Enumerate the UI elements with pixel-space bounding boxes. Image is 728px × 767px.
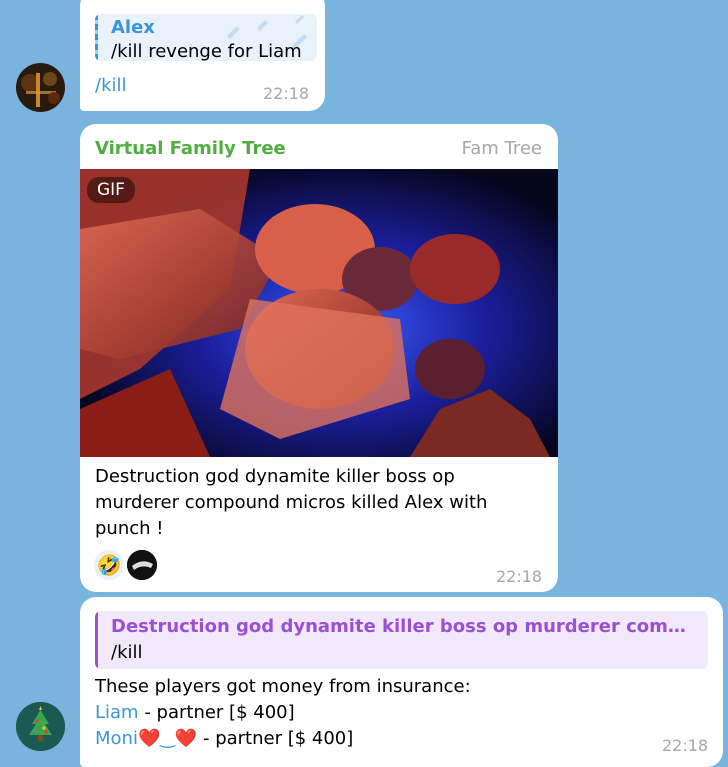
player-mention[interactable]: Liam <box>95 702 139 723</box>
payout-detail: - partner [$ 400] <box>138 702 295 723</box>
reply-author: Destruction god dynamite killer boss op … <box>111 616 696 637</box>
reactions-bar[interactable]: 🤣 <box>94 550 160 580</box>
message-bubble[interactable]: Destruction god dynamite killer boss op … <box>80 597 723 767</box>
sender-name[interactable]: Virtual Family Tree <box>95 138 286 159</box>
reply-author: Alex <box>111 17 155 38</box>
message-time: 22:18 <box>263 84 310 103</box>
gif-media[interactable]: GIF <box>80 169 558 457</box>
reply-accent-bar <box>95 611 98 669</box>
reaction-emoji: 🤣 <box>96 553 122 577</box>
avatar-photo-icon <box>16 63 65 112</box>
user-avatar[interactable] <box>16 63 65 112</box>
bot-avatar[interactable] <box>16 702 65 751</box>
insurance-intro: These players got money from insurance: <box>95 676 471 697</box>
message-time: 22:18 <box>496 567 543 586</box>
command-link[interactable]: /kill <box>95 75 127 96</box>
message-bubble[interactable]: Alex /kill revenge for Liam /kill 22:18 <box>80 0 325 111</box>
reactor-avatar[interactable] <box>127 550 157 580</box>
payout-row: Liam - partner [$ 400] <box>95 702 295 723</box>
reply-accent-bar <box>95 14 98 61</box>
message-caption: Destruction god dynamite killer boss op … <box>95 466 488 539</box>
message-bubble[interactable]: Virtual Family Tree Fam Tree GIF Destruc… <box>80 124 558 592</box>
fists-gif-image <box>80 169 558 457</box>
message-time: 22:18 <box>662 736 709 755</box>
reply-text: /kill <box>111 642 143 663</box>
reaction-laughing-icon[interactable]: 🤣 <box>94 550 124 580</box>
reactor-avatar-icon <box>127 550 157 580</box>
reply-text: /kill revenge for Liam <box>111 41 302 61</box>
reply-preview[interactable]: Alex /kill revenge for Liam <box>95 14 317 61</box>
reply-preview[interactable]: Destruction god dynamite killer boss op … <box>95 611 708 669</box>
gif-badge: GIF <box>87 177 135 203</box>
christmas-tree-icon <box>16 702 65 751</box>
via-bot-label: Fam Tree <box>461 138 543 159</box>
payout-row: Moni❤️‿❤️ - partner [$ 400] <box>95 728 353 749</box>
payout-detail: - partner [$ 400] <box>197 728 354 749</box>
player-mention[interactable]: Moni❤️‿❤️ <box>95 728 197 749</box>
